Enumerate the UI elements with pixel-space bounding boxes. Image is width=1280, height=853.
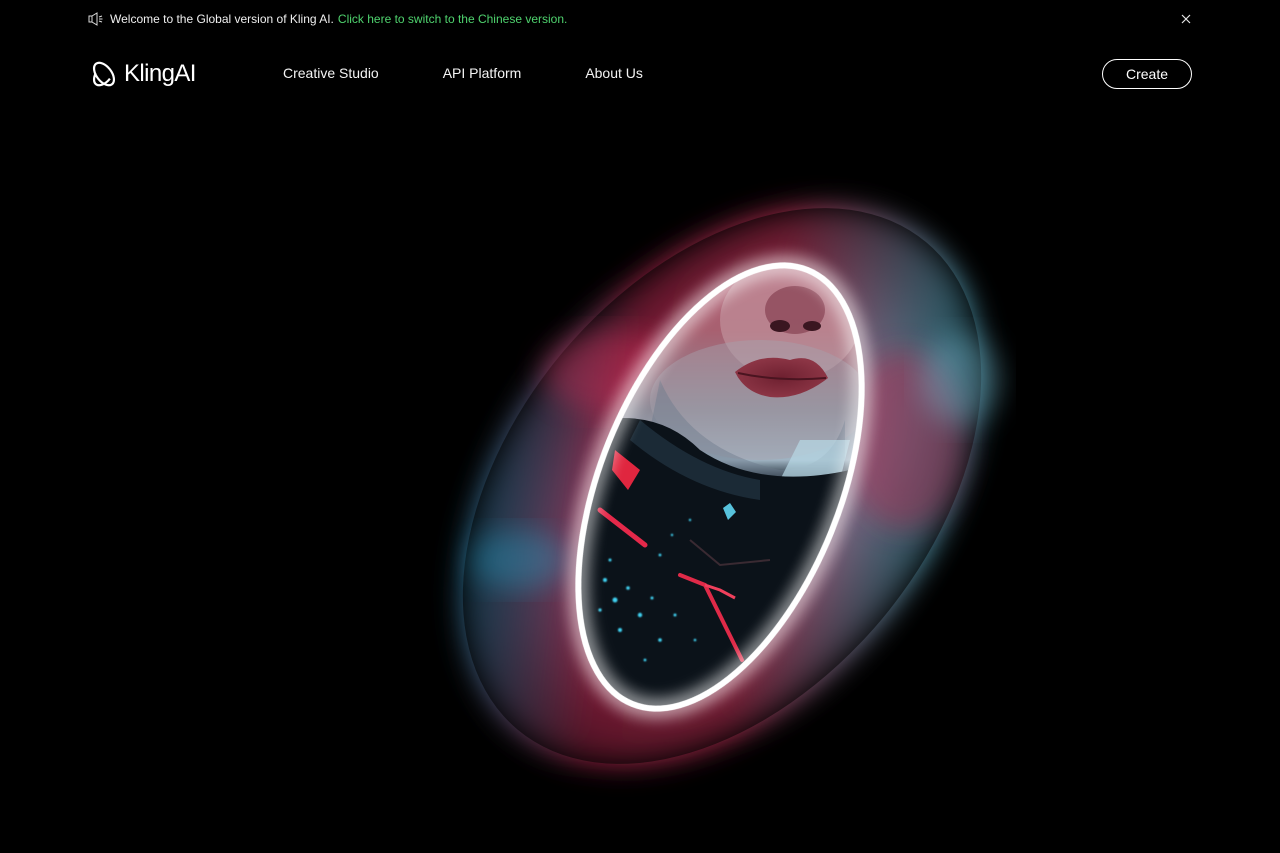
logo-mark-icon	[92, 61, 116, 87]
switch-to-chinese-link[interactable]: Click here to switch to the Chinese vers…	[338, 12, 567, 26]
page: Welcome to the Global version of Kling A…	[0, 0, 1280, 853]
klingai-logo[interactable]: KlingAI	[89, 57, 196, 91]
nav-creative-studio[interactable]: Creative Studio	[283, 65, 379, 81]
create-button[interactable]: Create	[1102, 59, 1192, 89]
speaker-icon	[88, 12, 104, 26]
nav-about-us[interactable]: About Us	[585, 65, 643, 81]
main-nav: Creative Studio API Platform About Us	[283, 64, 643, 82]
close-icon	[1181, 14, 1191, 24]
nav-api-platform[interactable]: API Platform	[443, 65, 522, 81]
close-announcement-button[interactable]	[1178, 11, 1194, 27]
logo-text: KlingAI	[124, 60, 196, 87]
hero-artwork	[462, 208, 1000, 764]
announcement-text: Welcome to the Global version of Kling A…	[110, 12, 334, 26]
announcement-bar: Welcome to the Global version of Kling A…	[88, 9, 567, 29]
